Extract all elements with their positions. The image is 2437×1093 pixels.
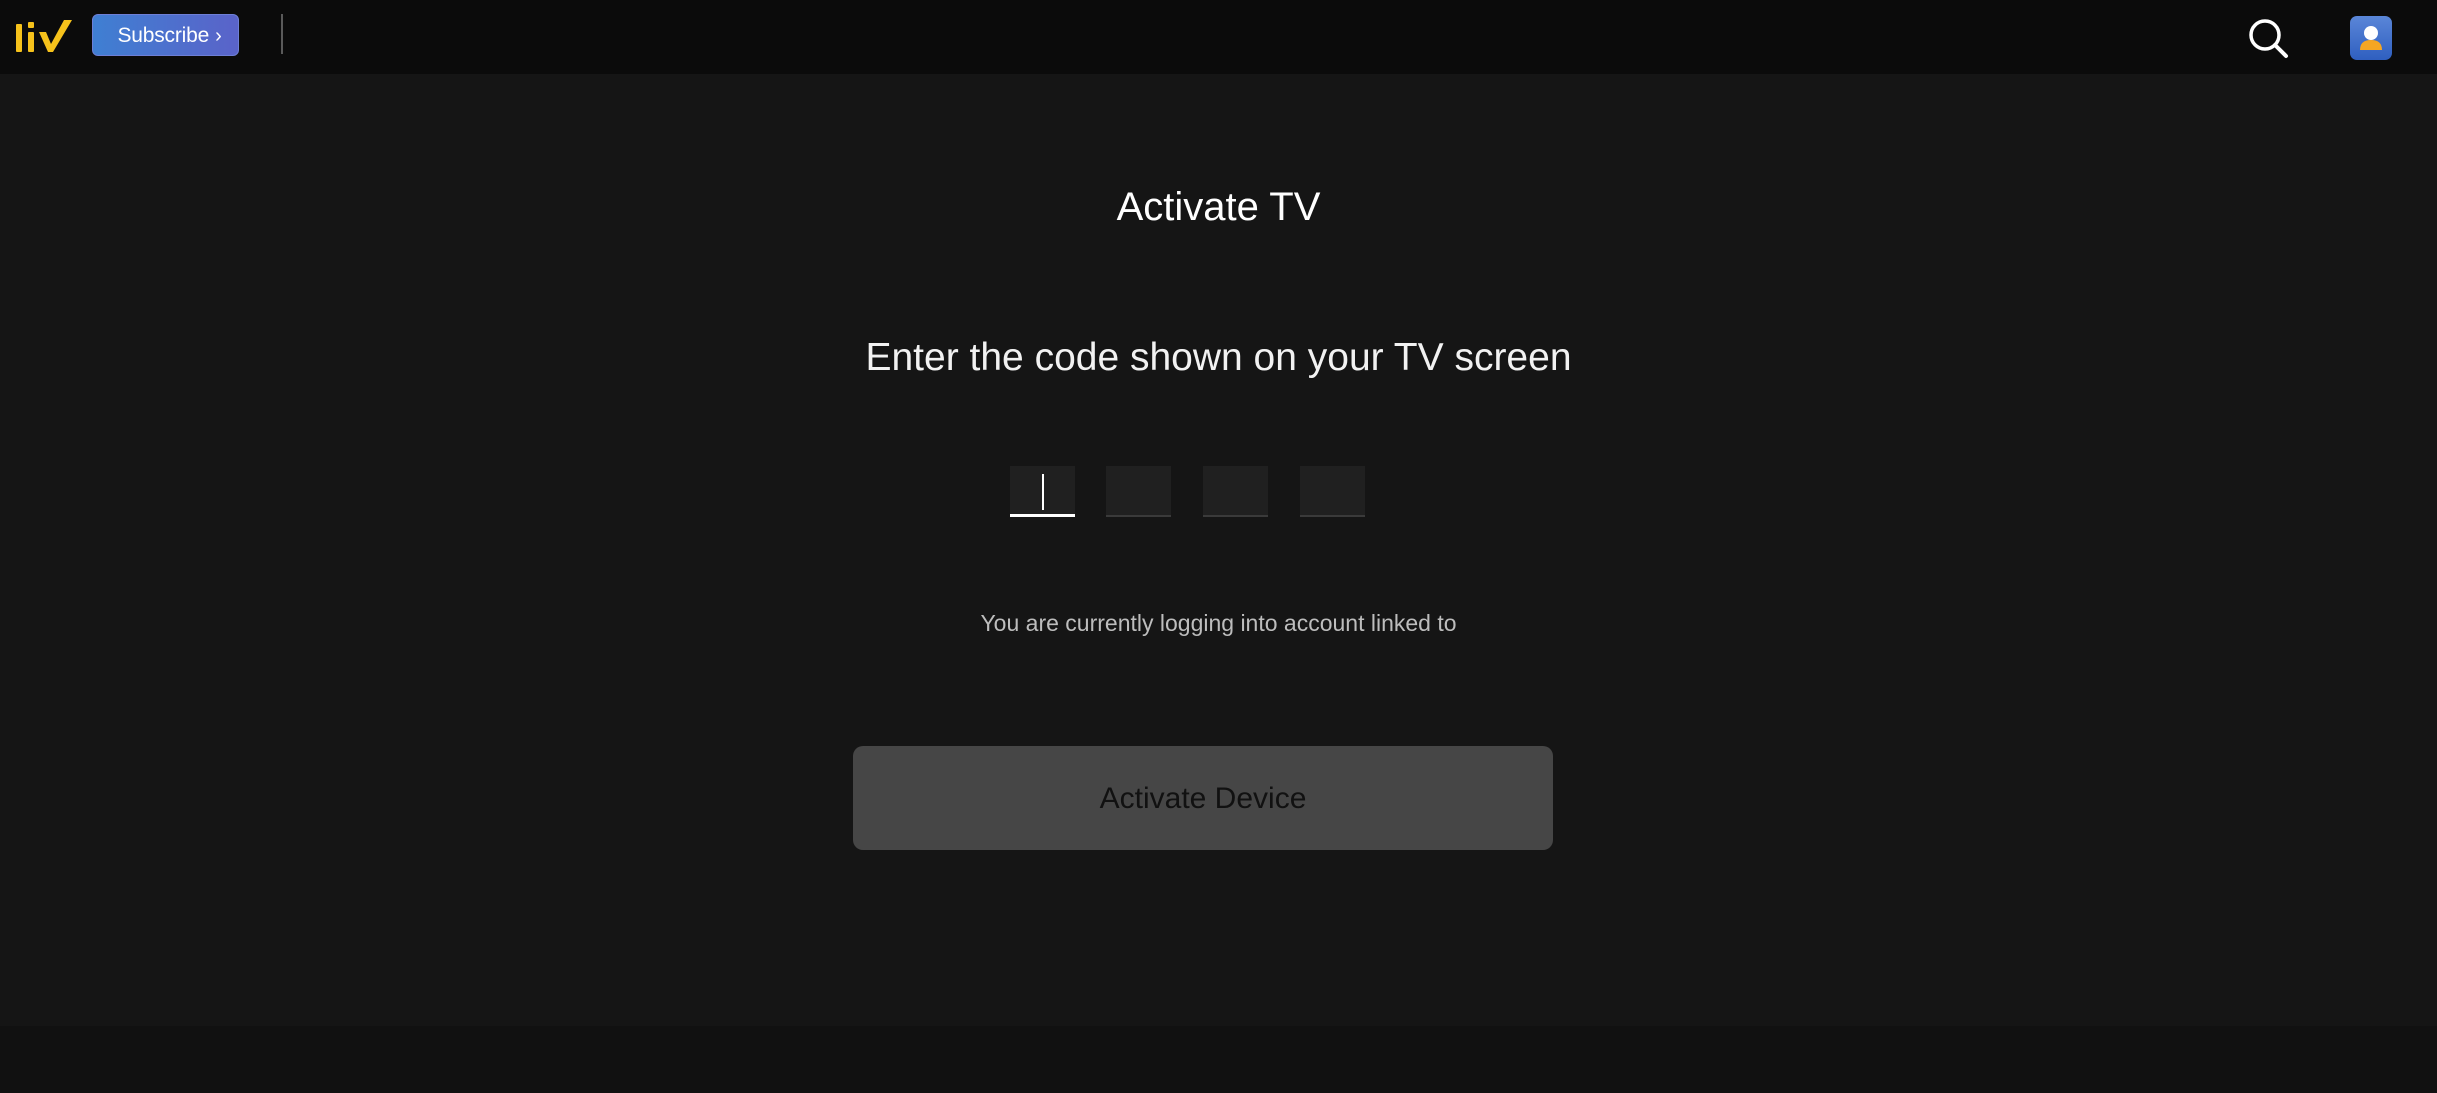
search-icon[interactable] (2246, 16, 2290, 60)
footer-band (0, 1026, 2437, 1093)
account-linked-note: You are currently logging into account l… (980, 610, 1457, 636)
user-avatar-icon (2360, 26, 2382, 50)
subscribe-button[interactable]: Subscribe › (92, 14, 239, 56)
activation-code-inputs (1010, 466, 1367, 518)
subscribe-label: Subscribe (117, 24, 210, 47)
code-input-1[interactable] (1010, 466, 1075, 517)
instruction-text: Enter the code shown on your TV screen (865, 336, 1572, 379)
chevron-right-icon: › (215, 25, 222, 47)
code-input-2[interactable] (1106, 466, 1171, 517)
activate-device-button[interactable]: Activate Device (853, 746, 1553, 850)
user-avatar-button[interactable] (2350, 16, 2392, 60)
top-navigation-bar: Subscribe › (0, 0, 2437, 74)
liv-logo[interactable] (14, 16, 76, 56)
page-title: Activate TV (1116, 185, 1321, 229)
header-divider (281, 14, 283, 54)
code-input-4[interactable] (1300, 466, 1365, 517)
code-input-3[interactable] (1203, 466, 1268, 517)
